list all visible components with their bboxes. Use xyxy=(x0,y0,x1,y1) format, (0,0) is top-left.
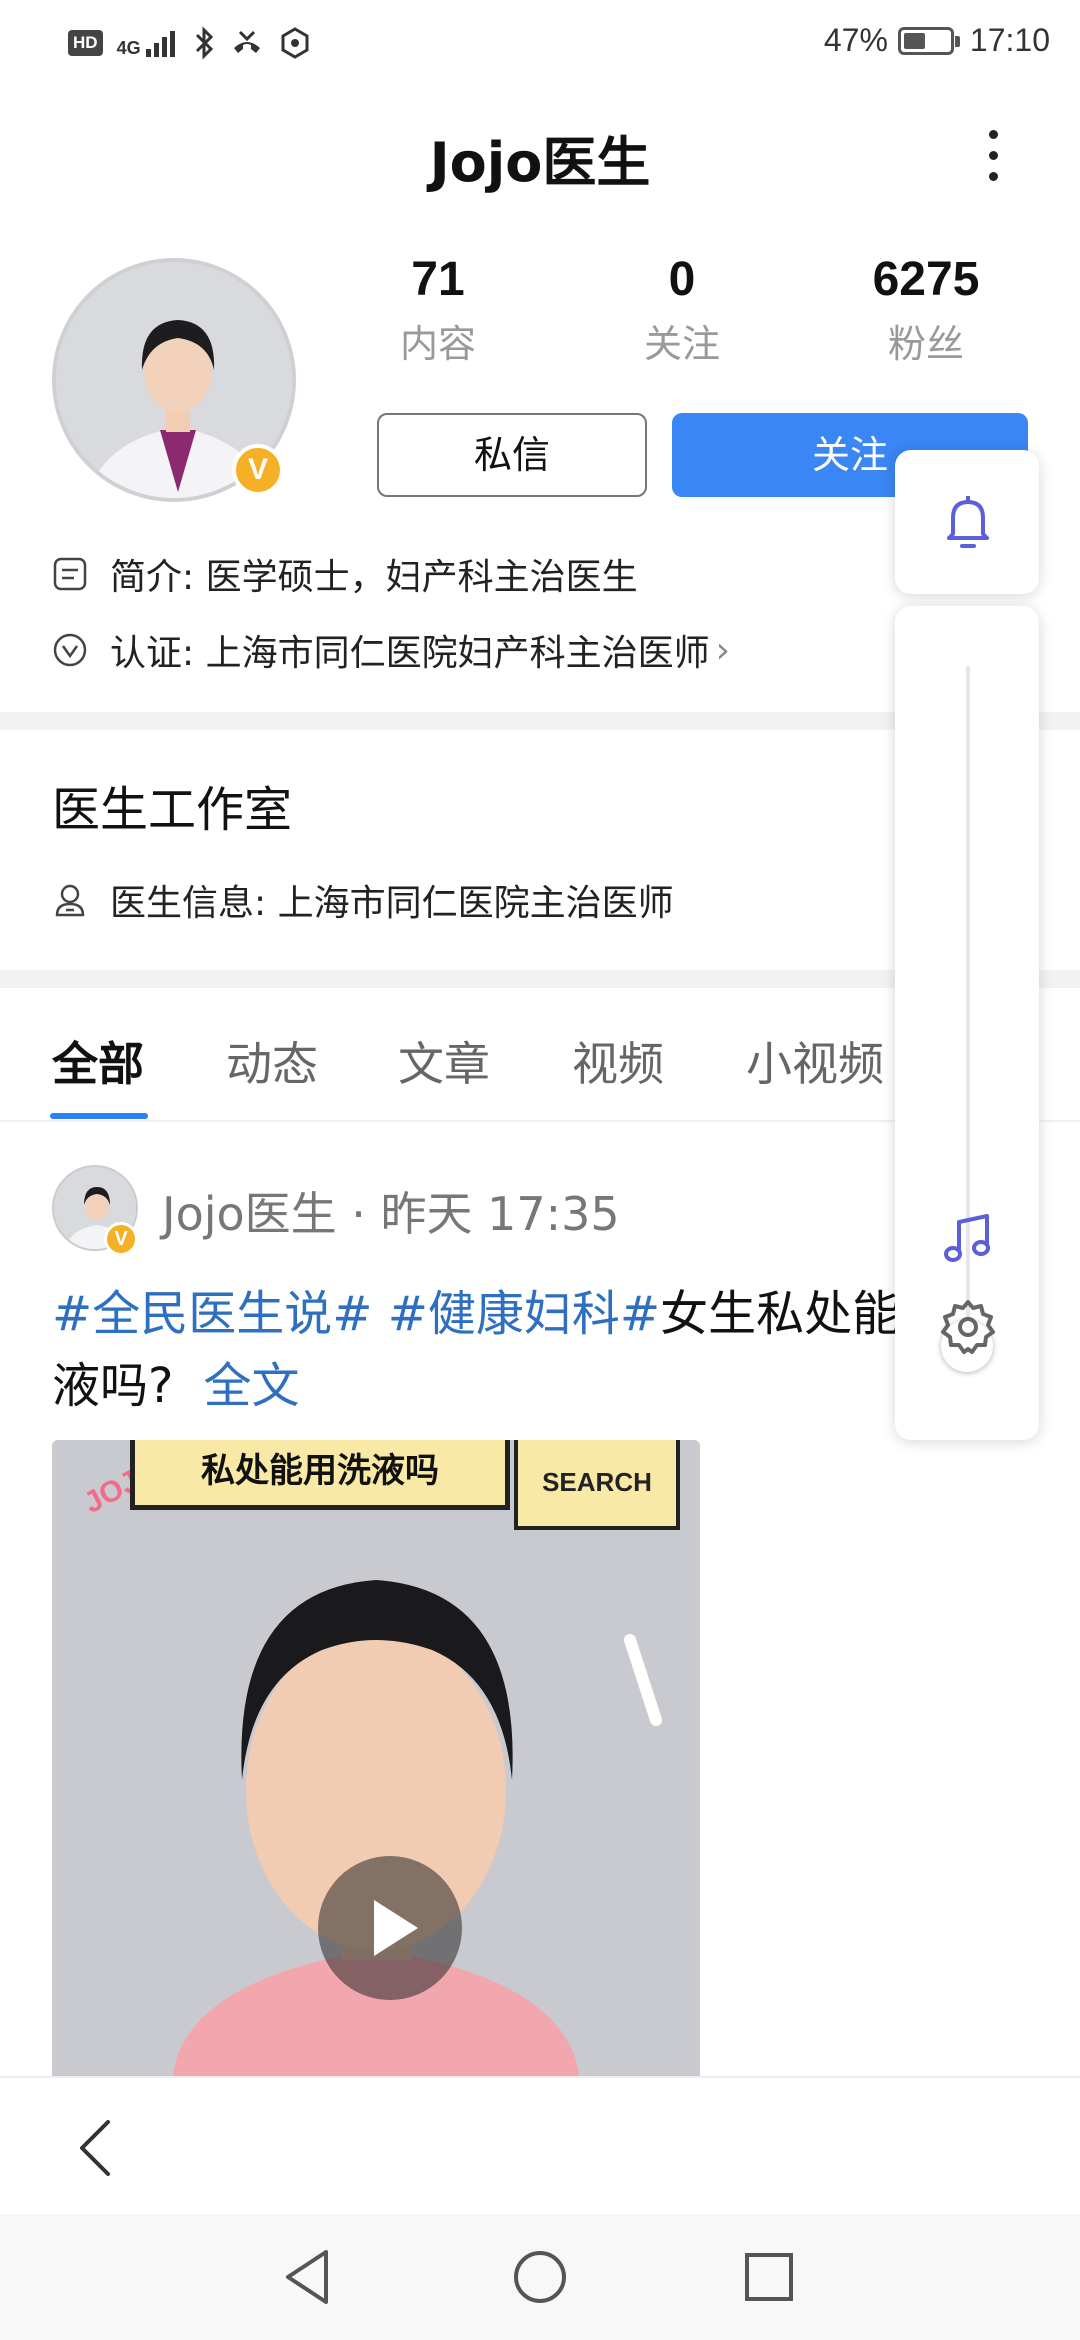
stat-fans-value: 6275 xyxy=(872,253,980,306)
post-verified-badge-icon: V xyxy=(104,1222,138,1256)
floating-panel-volume xyxy=(895,606,1039,1440)
page-title: Jojo医生 xyxy=(429,131,651,194)
stat-following-value: 0 xyxy=(668,253,696,306)
video-thumbnail[interactable]: JOJO 私处能用洗液吗 SEARCH xyxy=(52,1440,700,2080)
bottom-bar xyxy=(0,2076,1080,2214)
thumbnail-search: SEARCH xyxy=(514,1440,680,1530)
post-meta: Jojo医生 · 昨天 17:35 xyxy=(162,1187,620,1241)
play-icon[interactable] xyxy=(318,1856,462,2000)
status-icons: HD 4G xyxy=(68,26,312,60)
signal-icon: 4G xyxy=(117,29,180,57)
certification-text: 认证: 上海市同仁医院妇产科主治医师 xyxy=(110,633,710,674)
hd-badge: HD xyxy=(68,30,103,56)
chevron-right-icon: › xyxy=(715,629,730,671)
network-type: 4G xyxy=(116,38,141,58)
intro-line: 简介: 医学硕士，妇产科主治医生 xyxy=(52,548,638,600)
thumbnail-banner: 私处能用洗液吗 xyxy=(130,1440,510,1510)
nav-home-circle-icon[interactable] xyxy=(505,2242,575,2312)
document-icon xyxy=(53,557,87,591)
tab-articles[interactable]: 文章 xyxy=(398,1028,490,1094)
certification-line[interactable]: 认证: 上海市同仁医院妇产科主治医师 › xyxy=(52,624,730,676)
stat-fans[interactable]: 6275 粉丝 xyxy=(826,250,1026,368)
battery-percent: 47% xyxy=(823,22,888,58)
full-text-link[interactable]: 全文 xyxy=(203,1358,299,1414)
doctor-profile-icon xyxy=(55,884,85,917)
more-vertical-icon[interactable] xyxy=(978,122,1008,186)
floating-panel-notifications xyxy=(895,450,1039,594)
battery-fill xyxy=(903,32,925,49)
clock: 17:10 xyxy=(969,22,1050,58)
tab-dynamic[interactable]: 动态 xyxy=(226,1028,318,1094)
status-bar: HD 4G 47% 17:10 xyxy=(0,0,1080,90)
stat-fans-label: 粉丝 xyxy=(887,322,964,366)
studio-title: 医生工作室 xyxy=(52,782,293,838)
nfc-hex-icon xyxy=(281,27,309,59)
stat-following-label: 关注 xyxy=(643,322,720,366)
tab-videos[interactable]: 视频 xyxy=(572,1028,664,1094)
music-note-icon[interactable] xyxy=(933,1204,1003,1274)
stat-content[interactable]: 71 内容 xyxy=(338,250,538,368)
stat-content-label: 内容 xyxy=(399,322,476,366)
missed-call-icon xyxy=(233,30,260,53)
bluetooth-icon xyxy=(195,26,213,60)
doctor-info-line: 医生信息: 上海市同仁医院主治医师 xyxy=(52,874,674,926)
settings-gear-icon[interactable] xyxy=(933,1292,1003,1362)
doctor-info-text: 医生信息: 上海市同仁医院主治医师 xyxy=(110,883,674,924)
tab-short-videos[interactable]: 小视频 xyxy=(746,1028,884,1094)
system-navigation-bar xyxy=(0,2214,1080,2340)
post-body-line2: 液吗? xyxy=(52,1358,174,1414)
status-right: 47% 17:10 xyxy=(824,22,1050,59)
battery-icon xyxy=(897,26,960,55)
post-tags[interactable]: #全民医生说# #健康妇科# xyxy=(52,1286,660,1342)
active-tab-indicator xyxy=(50,1113,148,1119)
back-chevron-icon[interactable] xyxy=(70,2116,120,2180)
verified-badge-icon: V xyxy=(232,444,284,496)
nav-recents-square-icon[interactable] xyxy=(734,2242,804,2312)
message-button[interactable]: 私信 xyxy=(377,413,647,497)
stat-content-value: 71 xyxy=(411,253,465,306)
bell-icon[interactable] xyxy=(933,486,1003,556)
tab-all[interactable]: 全部 xyxy=(52,1028,144,1094)
nav-back-triangle-icon[interactable] xyxy=(274,2242,344,2312)
verified-check-icon xyxy=(53,633,87,667)
stat-following[interactable]: 0 关注 xyxy=(582,250,782,368)
intro-text: 简介: 医学硕士，妇产科主治医生 xyxy=(110,557,638,598)
